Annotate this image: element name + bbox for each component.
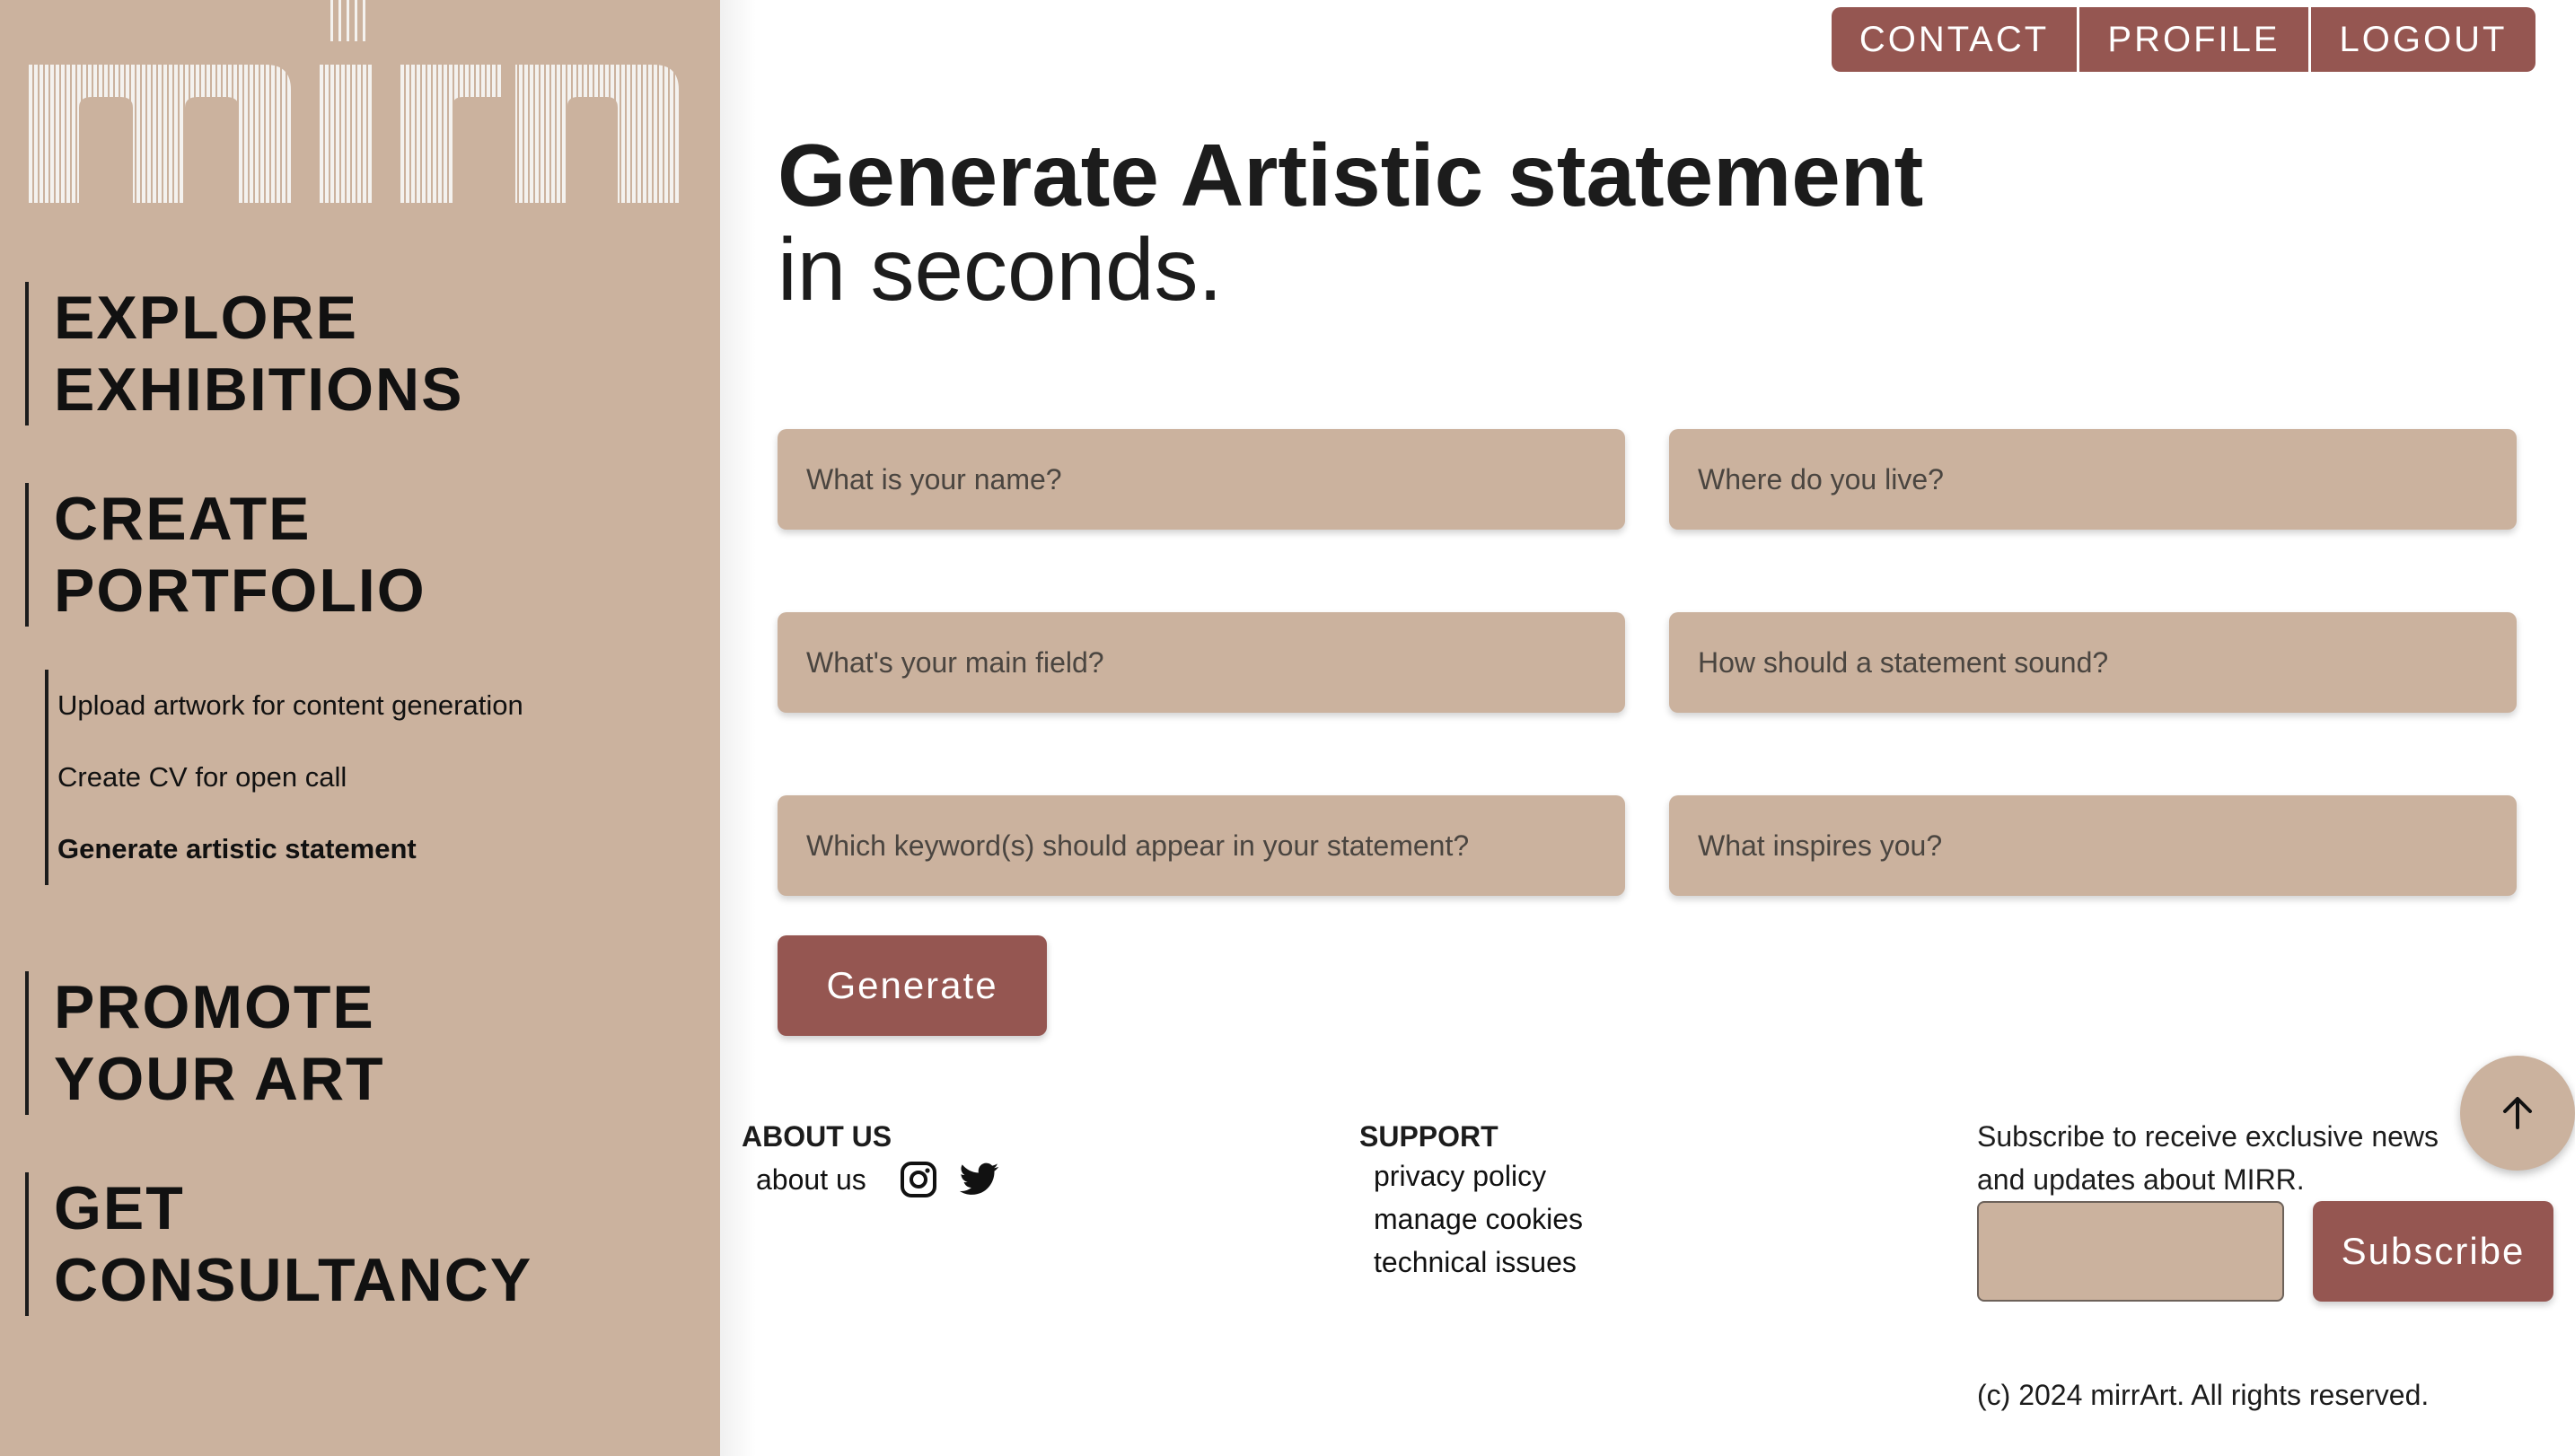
subnav-generate-statement[interactable]: Generate artistic statement bbox=[57, 813, 523, 885]
tone-input[interactable] bbox=[1669, 612, 2517, 713]
about-us-link[interactable]: about us bbox=[756, 1158, 866, 1201]
nav-explore-line2[interactable]: EXHIBITIONS bbox=[54, 354, 464, 425]
subnav-upload-artwork[interactable]: Upload artwork for content generation bbox=[57, 670, 523, 741]
nav-create-line1[interactable]: CREATE bbox=[54, 483, 426, 555]
location-field[interactable] bbox=[1669, 429, 2517, 530]
inspiration-input[interactable] bbox=[1669, 795, 2517, 896]
subscribe-text: Subscribe to receive exclusive news and … bbox=[1977, 1120, 2439, 1196]
footer-support: SUPPORT privacy policy manage cookies te… bbox=[1359, 1118, 1583, 1284]
keywords-field[interactable] bbox=[778, 795, 1625, 896]
page-heading: Generate Artistic statement in seconds. bbox=[778, 126, 1923, 314]
support-links: privacy policy manage cookies technical … bbox=[1374, 1154, 1583, 1284]
portfolio-subnav: Upload artwork for content generation Cr… bbox=[45, 670, 523, 885]
copyright: (c) 2024 mirrArt. All rights reserved. bbox=[1977, 1379, 2430, 1411]
footer-about: ABOUT US about us bbox=[742, 1118, 999, 1201]
privacy-policy-link[interactable]: privacy policy bbox=[1374, 1154, 1583, 1197]
page-subtitle: in seconds. bbox=[778, 220, 1223, 319]
mirr-logo[interactable] bbox=[23, 0, 682, 206]
subnav-create-cv[interactable]: Create CV for open call bbox=[57, 741, 523, 813]
subscribe-button[interactable]: Subscribe bbox=[2313, 1201, 2553, 1302]
nav-consultancy-line1[interactable]: GET bbox=[54, 1172, 532, 1244]
nav-explore-exhibitions[interactable]: EXPLORE EXHIBITIONS bbox=[25, 282, 464, 425]
scroll-to-top-button[interactable] bbox=[2460, 1056, 2575, 1171]
tone-field[interactable] bbox=[1669, 612, 2517, 713]
about-heading: ABOUT US bbox=[742, 1120, 892, 1153]
inspiration-field[interactable] bbox=[1669, 795, 2517, 896]
manage-cookies-link[interactable]: manage cookies bbox=[1374, 1197, 1583, 1241]
nav-explore-line1[interactable]: EXPLORE bbox=[54, 282, 464, 354]
top-nav: CONTACT PROFILE LOGOUT bbox=[1832, 7, 2535, 72]
main-field-input[interactable] bbox=[778, 612, 1625, 713]
keywords-input[interactable] bbox=[778, 795, 1625, 896]
nav-consultancy-line2[interactable]: CONSULTANCY bbox=[54, 1244, 532, 1316]
subscribe-email-field[interactable] bbox=[1977, 1201, 2284, 1302]
nav-promote-line1[interactable]: PROMOTE bbox=[54, 971, 385, 1043]
twitter-icon[interactable] bbox=[959, 1160, 999, 1199]
instagram-icon[interactable] bbox=[899, 1160, 938, 1199]
location-input[interactable] bbox=[1669, 429, 2517, 530]
name-input[interactable] bbox=[778, 429, 1625, 530]
profile-button[interactable]: PROFILE bbox=[2079, 7, 2311, 72]
nav-promote-art[interactable]: PROMOTE YOUR ART bbox=[25, 971, 385, 1115]
main-field-field[interactable] bbox=[778, 612, 1625, 713]
about-row: about us bbox=[756, 1158, 999, 1201]
logout-button[interactable]: LOGOUT bbox=[2311, 7, 2535, 72]
generate-button[interactable]: Generate bbox=[778, 935, 1047, 1036]
name-field[interactable] bbox=[778, 429, 1625, 530]
arrow-up-icon bbox=[2503, 1097, 2532, 1129]
nav-create-line2[interactable]: PORTFOLIO bbox=[54, 555, 426, 627]
subscribe-email-input[interactable] bbox=[1979, 1203, 2282, 1300]
technical-issues-link[interactable]: technical issues bbox=[1374, 1241, 1583, 1284]
page-title: Generate Artistic statement bbox=[778, 126, 1924, 224]
nav-get-consultancy[interactable]: GET CONSULTANCY bbox=[25, 1172, 532, 1316]
contact-button[interactable]: CONTACT bbox=[1832, 7, 2079, 72]
nav-promote-line2[interactable]: YOUR ART bbox=[54, 1043, 385, 1115]
support-heading: SUPPORT bbox=[1359, 1120, 1498, 1153]
sidebar-shadow bbox=[720, 0, 756, 1456]
nav-create-portfolio[interactable]: CREATE PORTFOLIO bbox=[25, 483, 426, 627]
sidebar: EXPLORE EXHIBITIONS CREATE PORTFOLIO Upl… bbox=[0, 0, 720, 1456]
